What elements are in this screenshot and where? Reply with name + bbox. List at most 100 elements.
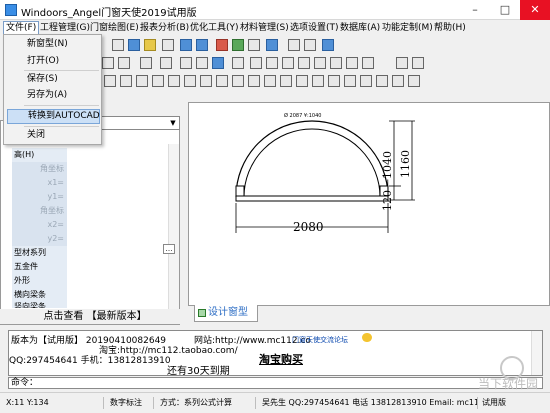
measure-icon[interactable] <box>346 57 358 69</box>
pen-icon[interactable] <box>162 39 174 51</box>
chevron-down-icon[interactable]: ▼ <box>167 117 179 129</box>
contact-text: QQ:297454641 手机：13812813910 <box>9 356 171 366</box>
template-8-icon[interactable] <box>216 75 228 87</box>
menu-drawing[interactable]: 门窗绘图(E) <box>88 21 141 35</box>
template-3-icon[interactable] <box>136 75 148 87</box>
menu-help[interactable]: 帮助(H) <box>432 21 468 35</box>
node-icon[interactable] <box>396 57 408 69</box>
arch-inner <box>243 128 381 198</box>
forum-link[interactable]: 门窗天使交流论坛 <box>292 335 348 345</box>
menu-file[interactable]: 文件(F) <box>3 21 40 35</box>
zoom-out-icon[interactable] <box>248 39 260 51</box>
template-1-icon[interactable] <box>104 75 116 87</box>
grid-icon[interactable] <box>266 39 278 51</box>
prop-profile-series[interactable]: 型材系列 <box>12 246 67 260</box>
arrow-down-icon[interactable] <box>140 57 152 69</box>
template-2-icon[interactable] <box>120 75 132 87</box>
angle-icon[interactable] <box>362 57 374 69</box>
template-7-icon[interactable] <box>200 75 212 87</box>
latest-version-link[interactable]: 点击查看 【最新版本】 <box>0 309 190 324</box>
status-contact: 吴先生 QQ:297454641 电话 13812813910 Email: m… <box>260 397 478 409</box>
menu-database[interactable]: 数据库(A) <box>338 21 382 35</box>
menu-options[interactable]: 选项设置(T) <box>288 21 341 35</box>
zoom-in-icon[interactable] <box>232 39 244 51</box>
file-close[interactable]: 关闭 <box>7 128 100 143</box>
file-new[interactable]: 新窗型(N) <box>7 37 100 52</box>
menu-customize[interactable]: 功能定制(M) <box>380 21 435 35</box>
tab-design-window[interactable]: 设计窗型 <box>194 305 258 322</box>
close-button[interactable]: ✕ <box>520 0 550 20</box>
template-15-icon[interactable] <box>328 75 340 87</box>
frame-icon[interactable] <box>102 57 114 69</box>
window-title: Windoors_Angel门窗天使2019试用版 <box>21 8 197 19</box>
file-save-as[interactable]: 另存为(A) <box>7 88 100 103</box>
prop-vertical-bars[interactable]: 竖向梁条 <box>12 302 67 308</box>
template-10-icon[interactable] <box>248 75 260 87</box>
pointer-icon[interactable] <box>212 57 224 69</box>
template-17-icon[interactable] <box>360 75 372 87</box>
file-save[interactable]: 保存(S) <box>7 72 100 87</box>
template-14-icon[interactable] <box>312 75 324 87</box>
rect-icon[interactable] <box>250 57 262 69</box>
template-6-icon[interactable] <box>184 75 196 87</box>
prop-x1[interactable]: x1= <box>12 176 67 190</box>
minimize-button[interactable]: – <box>460 0 490 20</box>
menu-materials[interactable]: 材料管理(S) <box>238 21 291 35</box>
template-13-icon[interactable] <box>296 75 308 87</box>
arch-outer <box>235 120 389 198</box>
prop-horizontal-bars[interactable]: 横向梁条 <box>12 288 67 302</box>
command-input[interactable]: 命令： <box>8 377 543 389</box>
prop-height[interactable]: 高(H) <box>12 148 67 162</box>
zoom-fit-icon[interactable] <box>216 39 228 51</box>
property-values <box>67 148 167 308</box>
cross-icon[interactable] <box>232 57 244 69</box>
snap-icon[interactable] <box>412 57 424 69</box>
property-scrollbar[interactable] <box>168 144 179 314</box>
menu-reports[interactable]: 报表分析(B) <box>138 21 191 35</box>
dimension-icon[interactable] <box>330 57 342 69</box>
width-dimension: 2080 <box>293 220 324 234</box>
template-18-icon[interactable] <box>376 75 388 87</box>
pencil-icon[interactable] <box>180 57 192 69</box>
prop-x2[interactable]: x2= <box>12 218 67 232</box>
cut-icon[interactable] <box>112 39 124 51</box>
line-icon[interactable] <box>266 57 278 69</box>
maximize-button[interactable]: □ <box>490 0 520 20</box>
prop-shape[interactable]: 外形 <box>12 274 67 288</box>
text-icon[interactable] <box>314 57 326 69</box>
redo-icon[interactable] <box>196 39 208 51</box>
prop-hardware[interactable]: 五金件 <box>12 260 67 274</box>
template-5-icon[interactable] <box>168 75 180 87</box>
template-20-icon[interactable] <box>408 75 420 87</box>
paste-icon[interactable] <box>144 39 156 51</box>
prop-y2[interactable]: y2= <box>12 232 67 246</box>
undo-icon[interactable] <box>180 39 192 51</box>
template-16-icon[interactable] <box>344 75 356 87</box>
arc-icon[interactable] <box>282 57 294 69</box>
template-11-icon[interactable] <box>264 75 276 87</box>
menu-project[interactable]: 工程管理(G) <box>38 21 92 35</box>
prop-corner1[interactable]: 角坐标 <box>12 162 67 176</box>
sash-icon[interactable] <box>160 57 172 69</box>
menu-optimize[interactable]: 优化工具(Y) <box>188 21 241 35</box>
template-9-icon[interactable] <box>232 75 244 87</box>
qq-icon[interactable] <box>362 333 372 342</box>
template-4-icon[interactable] <box>152 75 164 87</box>
copy-icon[interactable] <box>128 39 140 51</box>
template-19-icon[interactable] <box>392 75 404 87</box>
mullion-icon[interactable] <box>118 57 130 69</box>
help-icon[interactable] <box>322 39 334 51</box>
move-icon[interactable] <box>196 57 208 69</box>
info-scrollbar[interactable] <box>531 331 542 375</box>
design-canvas[interactable]: Ø 2087 ¥:1040 2080 120—1040 1160 <box>188 102 550 306</box>
file-convert-autocad[interactable]: 转换到AUTOCAD <box>7 109 100 124</box>
buy-link[interactable]: 淘宝购买 <box>259 351 303 367</box>
report-icon[interactable] <box>304 39 316 51</box>
table-icon[interactable] <box>288 39 300 51</box>
prop-corner2[interactable]: 角坐标 <box>12 204 67 218</box>
file-open[interactable]: 打开(O) <box>7 54 100 69</box>
prop-y1[interactable]: y1= <box>12 190 67 204</box>
ellipsis-button[interactable]: … <box>163 244 175 254</box>
template-12-icon[interactable] <box>280 75 292 87</box>
circle-icon[interactable] <box>298 57 310 69</box>
